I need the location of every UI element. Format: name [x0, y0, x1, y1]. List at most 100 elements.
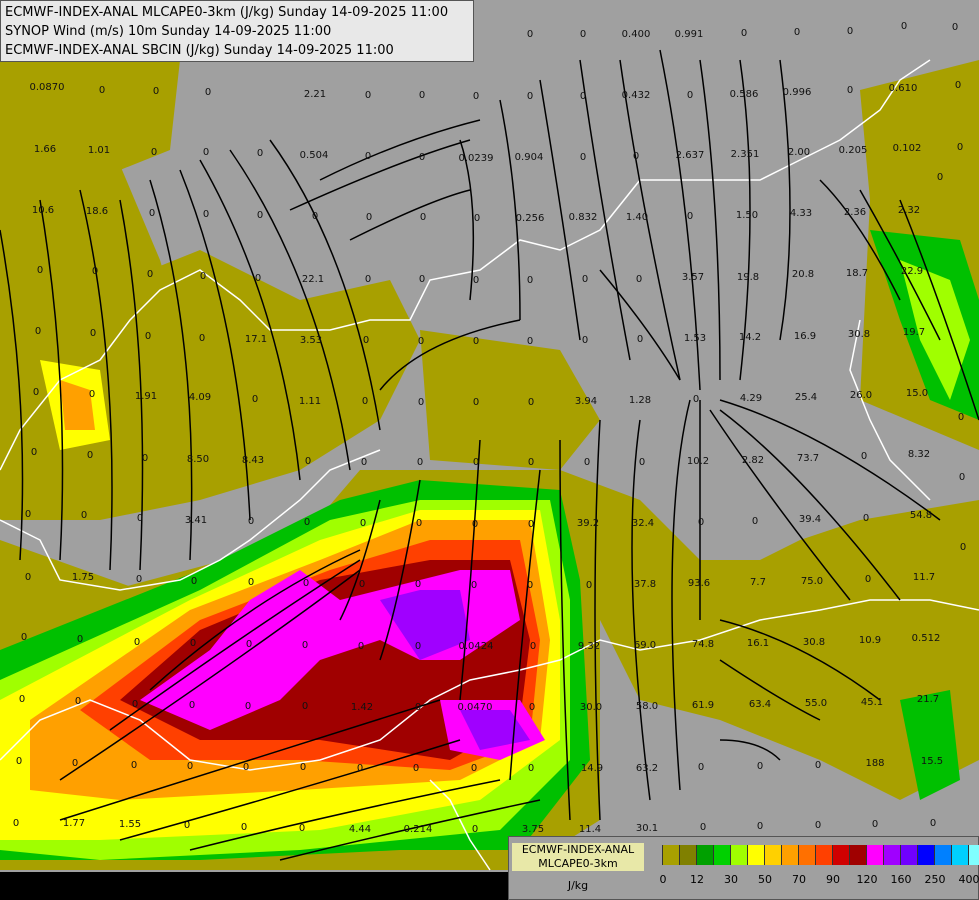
cin-zero-label: 0 — [637, 334, 643, 345]
cin-zero-label: 0 — [153, 86, 159, 97]
cin-zero-label: 0 — [529, 702, 535, 713]
cin-value-label: 18.7 — [846, 268, 868, 279]
cin-zero-label: 0 — [200, 271, 206, 282]
cin-zero-label: 0 — [633, 151, 639, 162]
cin-value-label: 63.2 — [636, 763, 658, 774]
cin-zero-label: 0 — [75, 696, 81, 707]
map-title-box: ECMWF-INDEX-ANAL MLCAPE0-3km (J/kg) Sund… — [0, 0, 474, 62]
cin-value-label: 0.504 — [300, 150, 329, 161]
legend-swatches — [646, 845, 979, 865]
cin-value-label: 3.41 — [185, 515, 207, 526]
cin-value-label: 61.9 — [692, 700, 714, 711]
cin-value-label: 15.5 — [921, 756, 943, 767]
cin-zero-label: 0 — [528, 763, 534, 774]
cin-zero-label: 0 — [693, 394, 699, 405]
cin-zero-label: 0 — [847, 85, 853, 96]
cin-value-label: 0.214 — [404, 824, 433, 835]
cin-zero-label: 0 — [131, 760, 137, 771]
cin-value-label: 21.7 — [917, 694, 939, 705]
cin-zero-label: 0 — [416, 518, 422, 529]
cin-zero-label: 0 — [471, 580, 477, 591]
cin-value-label: 1.91 — [135, 391, 157, 402]
cin-value-label: 0.610 — [889, 83, 918, 94]
cin-zero-label: 0 — [365, 90, 371, 101]
cin-zero-label: 0 — [87, 450, 93, 461]
cin-value-label: 0.432 — [622, 90, 651, 101]
legend-swatch — [952, 845, 969, 865]
cin-zero-label: 0 — [189, 700, 195, 711]
legend-unit: J/kg — [567, 879, 589, 892]
cin-zero-label: 0 — [72, 758, 78, 769]
legend-swatch — [884, 845, 901, 865]
cin-zero-label: 0 — [136, 574, 142, 585]
legend-swatch — [918, 845, 935, 865]
title-cin: ECMWF-INDEX-ANAL SBCIN (J/kg) Sunday 14-… — [5, 43, 394, 58]
cin-value-label: 3.94 — [575, 396, 597, 407]
cin-value-label: 0.0424 — [459, 641, 494, 652]
cin-zero-label: 0 — [528, 519, 534, 530]
cin-value-label: 0.256 — [516, 213, 545, 224]
cin-value-label: 26.0 — [850, 390, 872, 401]
cin-zero-label: 0 — [142, 453, 148, 464]
cin-zero-label: 0 — [89, 389, 95, 400]
cin-zero-label: 0 — [872, 819, 878, 830]
cin-value-label: 55.0 — [805, 698, 827, 709]
cin-zero-label: 0 — [90, 328, 96, 339]
cin-zero-label: 0 — [473, 275, 479, 286]
cin-value-label: 19.8 — [737, 272, 759, 283]
title-cape: ECMWF-INDEX-ANAL MLCAPE0-3km (J/kg) Sund… — [5, 5, 449, 20]
legend-swatch — [748, 845, 765, 865]
legend-swatch — [782, 845, 799, 865]
cin-value-label: 1.42 — [351, 702, 373, 713]
cin-zero-label: 0 — [527, 275, 533, 286]
cin-zero-label: 0 — [418, 336, 424, 347]
cin-value-label: 17.1 — [245, 334, 267, 345]
cin-zero-label: 0 — [472, 824, 478, 835]
cin-zero-label: 0 — [255, 273, 261, 284]
cin-value-label: 16.9 — [794, 331, 816, 342]
legend-swatch — [714, 845, 731, 865]
cin-value-label: 4.44 — [349, 824, 371, 835]
cin-value-label: 0.400 — [622, 29, 651, 40]
legend-swatch — [663, 845, 680, 865]
cin-value-label: 39.2 — [577, 518, 599, 529]
cin-value-label: 8.43 — [242, 455, 264, 466]
cin-value-label: 1.50 — [736, 210, 758, 221]
cin-zero-label: 0 — [582, 274, 588, 285]
cin-zero-label: 0 — [420, 212, 426, 223]
cin-zero-label: 0 — [636, 274, 642, 285]
cin-value-label: 11.4 — [579, 824, 601, 835]
cin-zero-label: 0 — [190, 638, 196, 649]
cin-value-label: 30.1 — [636, 823, 658, 834]
cin-value-label: 75.0 — [801, 576, 823, 587]
cin-zero-label: 0 — [952, 22, 958, 33]
cin-value-label: 1.40 — [626, 212, 648, 223]
cin-zero-label: 0 — [419, 274, 425, 285]
color-legend: ECMWF-INDEX-ANAL MLCAPE0-3km J/kg 0 12 30 5… — [508, 836, 979, 900]
cin-zero-label: 0 — [471, 763, 477, 774]
cin-value-label: 58.0 — [636, 701, 658, 712]
cin-zero-label: 0 — [959, 472, 965, 483]
legend-tick-label: 400 — [958, 873, 979, 886]
cin-value-label: 1.28 — [629, 395, 651, 406]
cin-zero-label: 0 — [151, 147, 157, 158]
cin-zero-label: 0 — [958, 412, 964, 423]
cin-zero-label: 0 — [415, 641, 421, 652]
cin-value-label: 8.50 — [187, 454, 209, 465]
cin-zero-label: 0 — [741, 28, 747, 39]
cin-value-label: 10.6 — [32, 205, 54, 216]
cin-zero-label: 0 — [25, 509, 31, 520]
cin-value-label: 37.8 — [634, 579, 656, 590]
cin-zero-label: 0 — [199, 333, 205, 344]
legend-swatch — [646, 845, 663, 865]
cin-zero-label: 0 — [132, 699, 138, 710]
cin-zero-label: 0 — [359, 579, 365, 590]
legend-swatch — [816, 845, 833, 865]
cin-value-label: 0.832 — [569, 212, 598, 223]
cin-value-label: 15.0 — [906, 388, 928, 399]
cin-zero-label: 0 — [300, 762, 306, 773]
cin-zero-label: 0 — [205, 87, 211, 98]
legend-swatch — [867, 845, 884, 865]
cin-zero-label: 0 — [757, 761, 763, 772]
cin-zero-label: 0 — [474, 213, 480, 224]
